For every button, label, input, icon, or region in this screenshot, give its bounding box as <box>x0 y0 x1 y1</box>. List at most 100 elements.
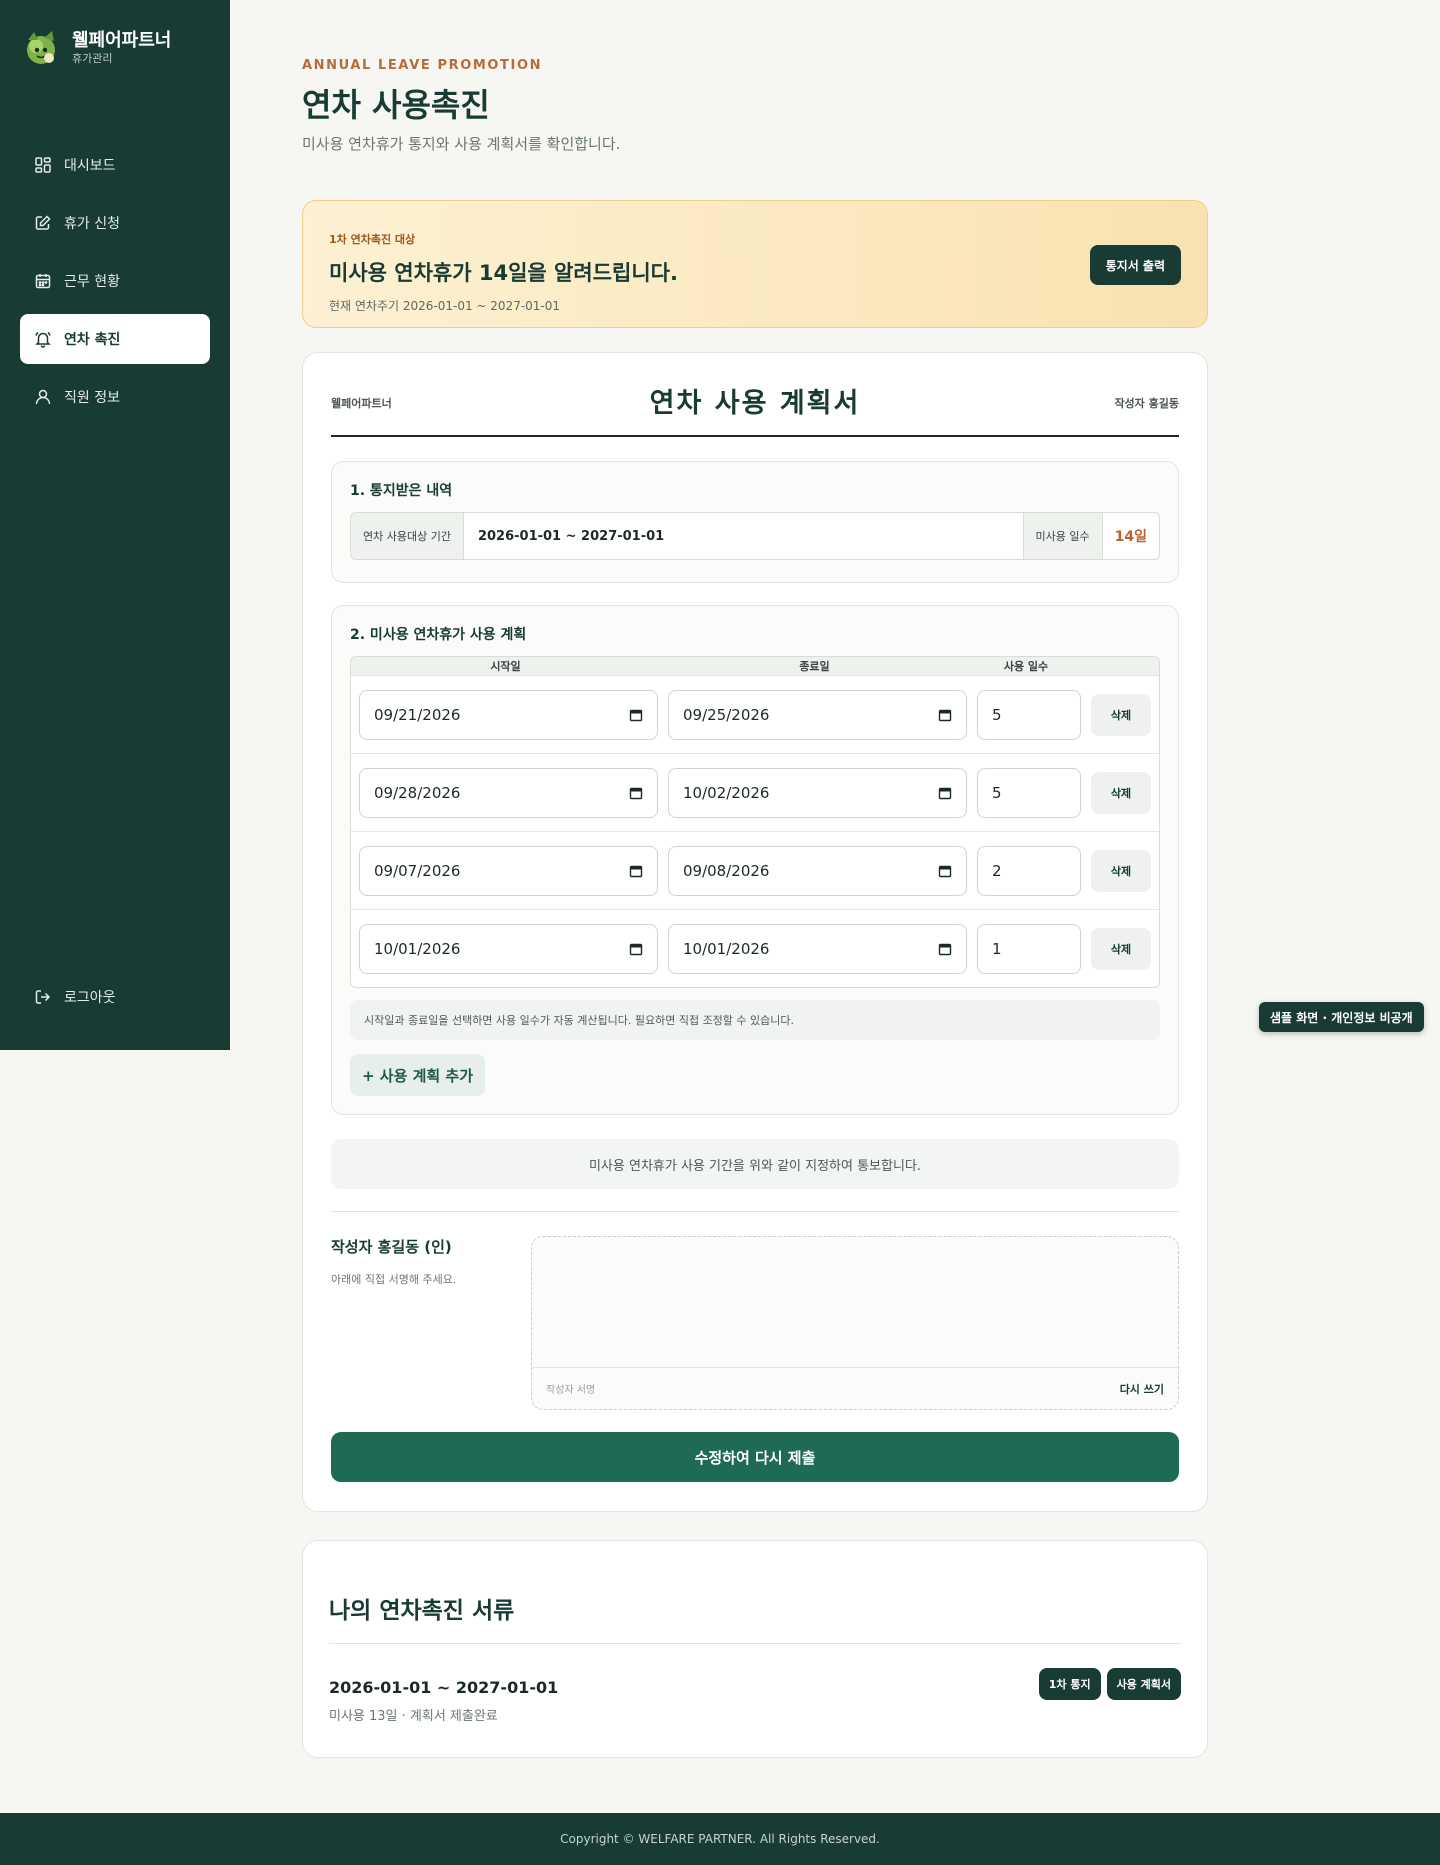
delete-row-button[interactable]: 삭제 <box>1091 771 1151 814</box>
brand-logo <box>27 31 55 64</box>
plan-row: 09/28/2026 10/02/2026 5 삭제 <box>351 753 1159 831</box>
divider <box>331 1211 1179 1212</box>
notice-title: 미사용 연차휴가 14일을 알려드립니다. <box>329 261 678 285</box>
signature-description: 아래에 직접 서명해 주세요. <box>331 1273 457 1286</box>
plan-hint: 시작일과 종료일을 선택하면 사용 일수가 자동 계산됩니다. 필요하면 직접 … <box>350 1000 1160 1040</box>
my-documents-title: 나의 연차촉진 서류 <box>329 1591 1181 1644</box>
start-date-input[interactable]: 09/28/2026 <box>359 767 658 818</box>
signature-pad-label: 작성자 서명 <box>546 1385 596 1396</box>
days-input[interactable]: 2 <box>977 845 1081 896</box>
end-date-value: 09/25/2026 <box>683 705 770 724</box>
sidebar-item-dashboard[interactable]: 대시보드 <box>20 140 210 190</box>
delete-row-button[interactable]: 삭제 <box>1091 693 1151 736</box>
leave-plan-document: 웰페어파트너 연차 사용 계획서 작성자 홍길동 1. 통지받은 내역 연차 사… <box>302 352 1208 1512</box>
plan-section-title: 2. 미사용 연차휴가 사용 계획 <box>350 627 527 643</box>
calendar-icon[interactable] <box>938 786 952 800</box>
start-date-value: 09/21/2026 <box>374 705 461 724</box>
end-date-input[interactable]: 09/08/2026 <box>668 845 967 896</box>
document-status: 미사용 13일 · 계획서 제출완료 <box>329 1709 498 1724</box>
notice-cycle: 현재 연차주기 2026-01-01 ~ 2027-01-01 <box>329 299 561 313</box>
start-date-input[interactable]: 09/21/2026 <box>359 689 658 740</box>
page-eyebrow: ANNUAL LEAVE PROMOTION <box>302 58 543 73</box>
calendar-icon[interactable] <box>629 864 643 878</box>
column-header-end: 종료일 <box>799 660 830 673</box>
sidebar-item-leave-promotion[interactable]: 연차 촉진 <box>20 314 210 364</box>
unused-days-label: 미사용 일수 <box>1022 513 1103 559</box>
list-item: 2026-01-01 ~ 2027-01-01 미사용 13일 · 계획서 제출… <box>329 1668 1181 1724</box>
plan-section: 2. 미사용 연차휴가 사용 계획 시작일 종료일 사용 일수 09/21/20… <box>331 605 1179 1115</box>
calendar-icon[interactable] <box>629 942 643 956</box>
calendar-icon[interactable] <box>938 942 952 956</box>
end-date-input[interactable]: 09/25/2026 <box>668 689 967 740</box>
sidebar: 웰페어파트너 휴가관리 대시보드 휴가 신청 근무 현황 연차 촉진 직원 정보… <box>0 0 230 1050</box>
page-title: 연차 사용촉진 <box>302 86 490 124</box>
sidebar-item-employee-info[interactable]: 직원 정보 <box>20 372 210 422</box>
main-content: ANNUAL LEAVE PROMOTION 연차 사용촉진 미사용 연차휴가 … <box>302 0 1208 1758</box>
privacy-badge: 샘플 화면 · 개인정보 비공개 <box>1259 1002 1424 1032</box>
plan-row: 10/01/2026 10/01/2026 1 삭제 <box>351 909 1159 987</box>
sidebar-item-leave-request[interactable]: 휴가 신청 <box>20 198 210 248</box>
notice-tag: 1차 연차촉진 대상 <box>329 233 416 246</box>
calendar-icon[interactable] <box>629 708 643 722</box>
logout-button[interactable]: 로그아웃 <box>20 972 210 1022</box>
edit-icon <box>35 215 51 230</box>
resubmit-button[interactable]: 수정하여 다시 제출 <box>331 1432 1179 1482</box>
document-title: 연차 사용 계획서 <box>649 388 861 419</box>
calendar-icon <box>35 274 51 289</box>
plan-table: 시작일 종료일 사용 일수 09/21/2026 09/25/2026 5 삭제 <box>350 656 1160 988</box>
notice-banner: 1차 연차촉진 대상 미사용 연차휴가 14일을 알려드립니다. 현재 연차주기… <box>302 200 1208 328</box>
plan-row: 09/07/2026 09/08/2026 2 삭제 <box>351 831 1159 909</box>
first-notice-button[interactable]: 1차 통지 <box>1038 1668 1101 1700</box>
brand[interactable]: 웰페어파트너 휴가관리 <box>22 28 171 68</box>
start-date-value: 10/01/2026 <box>374 939 461 958</box>
received-section: 1. 통지받은 내역 연차 사용대상 기간 2026-01-01 ~ 2027-… <box>331 461 1179 583</box>
logout-label: 로그아웃 <box>64 990 116 1006</box>
period-label: 연차 사용대상 기간 <box>351 513 464 559</box>
start-date-value: 09/28/2026 <box>374 783 461 802</box>
delete-row-button[interactable]: 삭제 <box>1091 927 1151 970</box>
calendar-icon[interactable] <box>629 786 643 800</box>
end-date-input[interactable]: 10/02/2026 <box>668 767 967 818</box>
signature-title: 작성자 홍길동 (인) <box>331 1238 452 1256</box>
end-date-input[interactable]: 10/01/2026 <box>668 923 967 974</box>
calendar-icon[interactable] <box>938 864 952 878</box>
calendar-icon[interactable] <box>938 708 952 722</box>
days-input[interactable]: 1 <box>977 923 1081 974</box>
start-date-input[interactable]: 10/01/2026 <box>359 923 658 974</box>
document-author: 작성자 홍길동 <box>1114 397 1179 410</box>
days-input[interactable]: 5 <box>977 767 1081 818</box>
end-date-value: 10/01/2026 <box>683 939 770 958</box>
clear-signature-button[interactable]: 다시 쓰기 <box>1120 1381 1164 1397</box>
sidebar-item-label: 대시보드 <box>64 158 116 174</box>
add-plan-button[interactable]: + 사용 계획 추가 <box>350 1054 486 1096</box>
days-input[interactable]: 5 <box>977 689 1081 740</box>
received-section-title: 1. 통지받은 내역 <box>350 483 453 499</box>
footer: Copyright © WELFARE PARTNER. All Rights … <box>0 1813 1440 1865</box>
delete-row-button[interactable]: 삭제 <box>1091 849 1151 892</box>
brand-name: 웰페어파트너 <box>72 30 172 51</box>
sidebar-item-label: 직원 정보 <box>64 390 120 406</box>
user-icon <box>35 389 51 405</box>
document-header: 웰페어파트너 연차 사용 계획서 작성자 홍길동 <box>331 353 1179 437</box>
logout-icon <box>35 990 51 1004</box>
column-header-days: 사용 일수 <box>1003 660 1049 673</box>
usage-plan-button[interactable]: 사용 계획서 <box>1106 1668 1181 1700</box>
sidebar-item-label: 연차 촉진 <box>64 332 121 348</box>
plan-row: 09/21/2026 09/25/2026 5 삭제 <box>351 675 1159 753</box>
dashboard-icon <box>35 157 51 173</box>
sidebar-item-attendance[interactable]: 근무 현황 <box>20 256 210 306</box>
start-date-input[interactable]: 09/07/2026 <box>359 845 658 896</box>
received-info-row: 연차 사용대상 기간 2026-01-01 ~ 2027-01-01 미사용 일… <box>350 512 1160 560</box>
sidebar-item-label: 휴가 신청 <box>64 216 120 232</box>
signature-area: 작성자 홍길동 (인) 아래에 직접 서명해 주세요. 작성자 서명 다시 쓰기 <box>331 1236 1179 1410</box>
notification-statement: 미사용 연차휴가 사용 기간을 위와 같이 지정하여 통보합니다. <box>331 1139 1179 1189</box>
document-actions: 1차 통지 사용 계획서 <box>1038 1668 1181 1700</box>
signature-pad[interactable]: 작성자 서명 다시 쓰기 <box>531 1236 1179 1410</box>
unused-days-value: 14일 <box>1114 529 1147 545</box>
end-date-value: 10/02/2026 <box>683 783 770 802</box>
print-notice-button[interactable]: 통지서 출력 <box>1089 245 1181 285</box>
plan-table-header: 시작일 종료일 사용 일수 <box>351 657 1159 675</box>
page-subtitle: 미사용 연차휴가 통지와 사용 계획서를 확인합니다. <box>302 135 621 153</box>
sidebar-nav: 대시보드 휴가 신청 근무 현황 연차 촉진 직원 정보 <box>20 140 210 430</box>
brand-subtitle: 휴가관리 <box>72 52 113 65</box>
